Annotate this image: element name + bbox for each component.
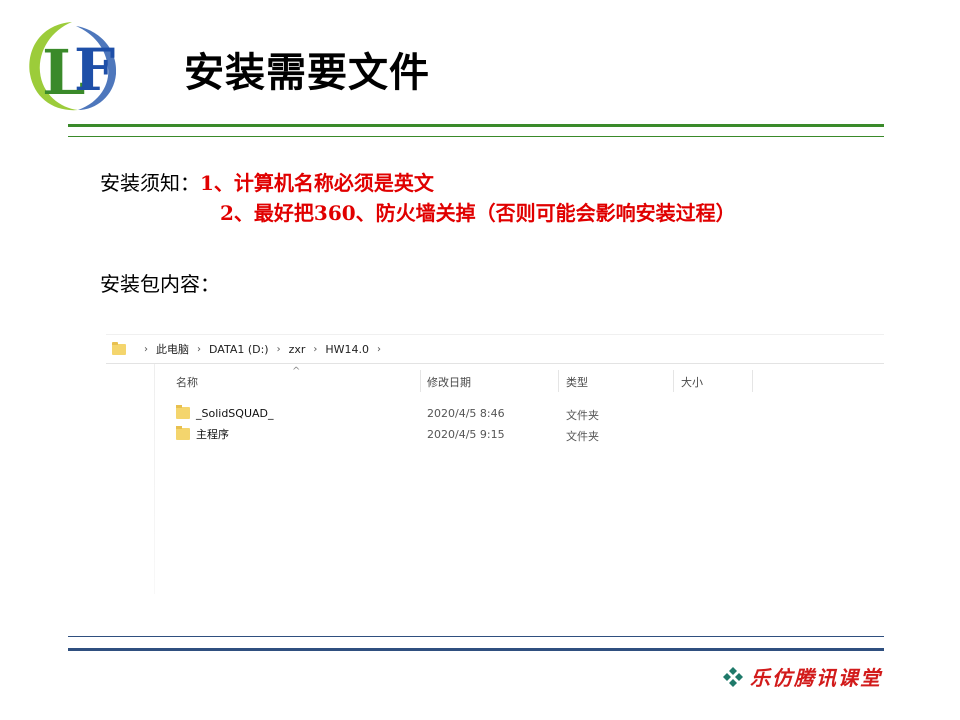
column-divider[interactable] [752, 370, 753, 392]
navigation-pane-edge [154, 364, 155, 594]
diamond-cluster-icon [723, 666, 743, 687]
column-type[interactable]: 类型 [566, 374, 588, 390]
file-modified: 2020/4/5 9:15 [427, 428, 505, 441]
install-notes: 安装须知：1、计算机名称必须是英文 [100, 168, 434, 198]
file-type: 文件夹 [566, 430, 599, 443]
address-bar[interactable]: › 此电脑 › DATA1 (D:) › zxr › HW14.0 › [106, 334, 884, 364]
file-modified: 2020/4/5 8:46 [427, 407, 505, 420]
column-size[interactable]: 大小 [681, 374, 703, 390]
svg-text:F: F [74, 36, 115, 104]
slide-title: 安装需要文件 [184, 50, 430, 96]
folder-icon [176, 426, 190, 440]
breadcrumb-folder[interactable]: zxr [289, 343, 306, 356]
note-1: 1、计算机名称必须是英文 [200, 171, 434, 195]
chevron-right-icon[interactable]: › [277, 344, 281, 355]
note-2: 2、最好把360、防火墙关掉（否则可能会影响安装过程） [220, 201, 736, 225]
chevron-right-icon[interactable]: › [144, 344, 148, 355]
bottom-divider-thin [68, 636, 884, 637]
chevron-right-icon[interactable]: › [197, 344, 201, 355]
top-divider-thin [68, 136, 884, 137]
column-divider[interactable] [558, 370, 559, 392]
sort-up-icon: ^ [292, 366, 301, 377]
column-divider[interactable] [673, 370, 674, 392]
column-divider[interactable] [420, 370, 421, 392]
breadcrumb-current[interactable]: HW14.0 [325, 343, 369, 356]
file-type: 文件夹 [566, 409, 599, 422]
file-row[interactable]: 主程序 [176, 425, 229, 443]
folder-icon [176, 405, 190, 419]
top-divider [68, 124, 884, 127]
brand-footer: 乐仿腾讯课堂 [722, 662, 882, 691]
file-name: _SolidSQUAD_ [196, 406, 274, 420]
package-label: 安装包内容： [100, 272, 220, 296]
column-name[interactable]: 名称 [176, 374, 198, 390]
file-row[interactable]: _SolidSQUAD_ [176, 404, 274, 422]
bottom-divider [68, 648, 884, 651]
folder-icon [112, 341, 126, 355]
brand-name: 乐仿腾讯课堂 [750, 666, 882, 690]
file-explorer: › 此电脑 › DATA1 (D:) › zxr › HW14.0 › ^ 名称… [106, 334, 886, 594]
breadcrumb-this-pc[interactable]: 此电脑 [156, 341, 189, 357]
chevron-right-icon[interactable]: › [377, 344, 381, 355]
lf-logo-icon: L F [29, 22, 117, 111]
breadcrumb-drive[interactable]: DATA1 (D:) [209, 343, 269, 356]
notes-label: 安装须知： [100, 171, 200, 195]
column-modified[interactable]: 修改日期 [427, 374, 471, 390]
chevron-right-icon[interactable]: › [313, 344, 317, 355]
file-name: 主程序 [196, 428, 229, 441]
